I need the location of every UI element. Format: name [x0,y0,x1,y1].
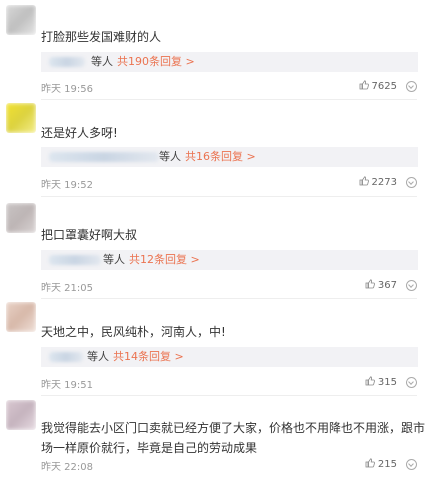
like-count: 367 [377,280,397,291]
comment-text: 我觉得能去小区门口卖就已经方便了大家，价格也不用降也不用涨，跟市场一样原价就行，… [41,421,426,455]
like-button[interactable]: 367 [365,279,397,291]
comment-time: 昨天 19:52 [41,180,93,191]
blurred-username [49,352,83,362]
thumbs-up-icon [365,458,375,468]
reply-summary[interactable]: 等人 共12条回复 > [41,250,418,270]
reply-count-link[interactable]: 共190条回复 > [117,52,195,72]
reply-users-suffix: 等人 [159,150,181,163]
blurred-username [49,57,85,67]
avatar[interactable] [6,302,36,332]
reply-count-link[interactable]: 共14条回复 > [113,347,184,367]
more-options-icon[interactable] [406,81,417,92]
reply-count-link[interactable]: 共16条回复 > [185,147,256,167]
like-button[interactable]: 315 [365,376,397,388]
divider [41,395,417,396]
more-options-icon[interactable] [406,177,417,188]
blurred-username [49,255,101,265]
comment-time: 昨天 19:51 [41,380,93,391]
comment-text: 天地之中，民风纯朴，河南人，中! [41,325,226,339]
reply-users-suffix: 等人 [87,350,109,363]
comment-time: 昨天 19:56 [41,84,93,95]
like-count: 2273 [371,177,397,188]
reply-users-suffix: 等人 [91,55,113,68]
comment-time: 昨天 21:05 [41,283,93,294]
divider [41,298,417,299]
avatar[interactable] [6,5,36,35]
like-count: 315 [377,377,397,388]
like-button[interactable]: 215 [365,458,397,470]
comment-text: 还是好人多呀! [41,126,118,140]
divider [41,196,417,197]
like-count: 7625 [371,81,397,92]
reply-summary[interactable]: 等人 共190条回复 > [41,52,418,72]
divider [41,99,417,100]
like-button[interactable]: 7625 [359,80,397,92]
blurred-username [49,152,159,162]
comment-text: 打脸那些发国难财的人 [41,30,162,44]
like-button[interactable]: 2273 [359,176,397,188]
like-count: 215 [377,459,397,470]
reply-summary[interactable]: 等人 共14条回复 > [41,347,418,367]
more-options-icon[interactable] [406,280,417,291]
thumbs-up-icon [359,80,369,90]
thumbs-up-icon [359,176,369,186]
avatar[interactable] [6,203,36,233]
more-options-icon[interactable] [406,377,417,388]
thumbs-up-icon [365,279,375,289]
comment-time: 昨天 22:08 [41,462,93,473]
more-options-icon[interactable] [406,459,417,470]
reply-users-suffix: 等人 [103,253,125,266]
reply-summary[interactable]: 等人 共16条回复 > [41,147,418,167]
comment-text: 把口罩囊好啊大叔 [41,228,138,242]
avatar[interactable] [6,103,36,133]
thumbs-up-icon [365,376,375,386]
reply-count-link[interactable]: 共12条回复 > [129,250,200,270]
avatar[interactable] [6,400,36,430]
